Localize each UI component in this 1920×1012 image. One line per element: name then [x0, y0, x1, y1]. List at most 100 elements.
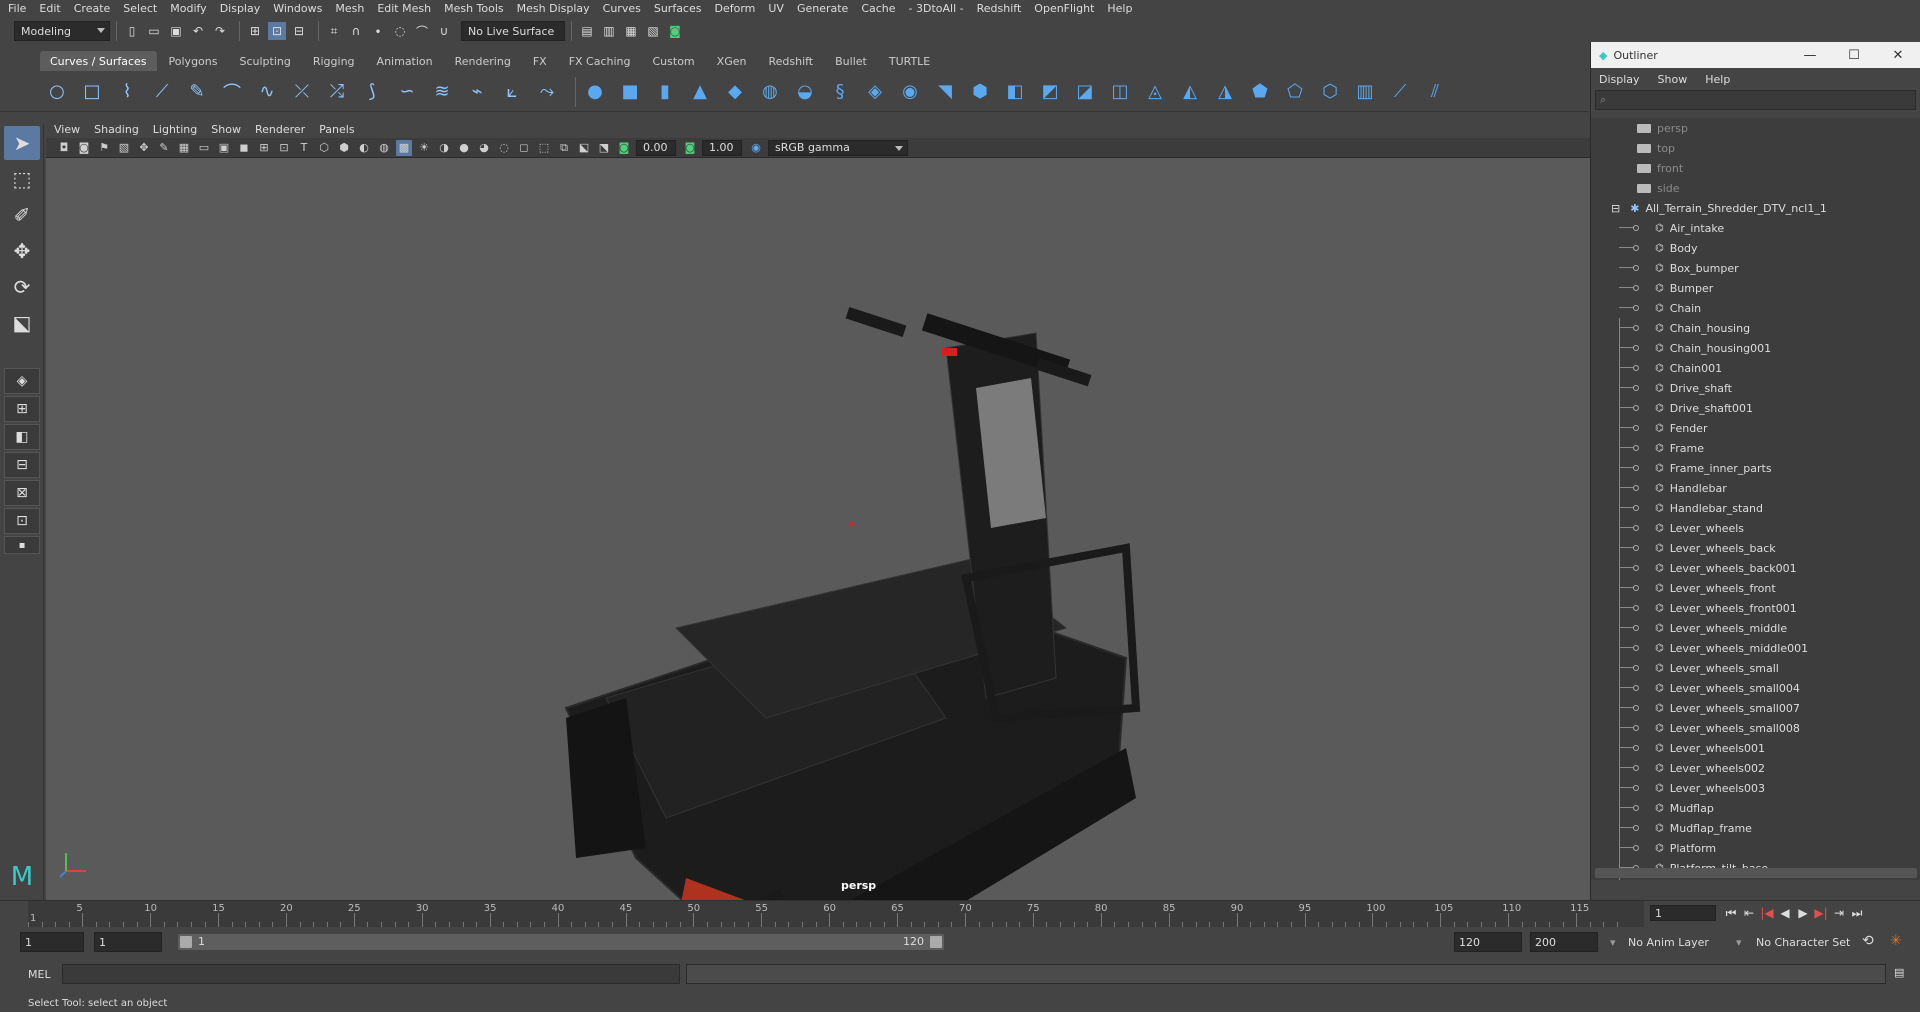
extend-icon[interactable]: ∽: [394, 79, 420, 105]
magnet-icon[interactable]: ∪: [435, 22, 453, 40]
gamma-icon[interactable]: ◙: [682, 140, 698, 156]
shelf-tab-polygons[interactable]: Polygons: [159, 51, 228, 71]
shelf-tab-bullet[interactable]: Bullet: [825, 51, 877, 71]
screen-ao-icon[interactable]: ●: [456, 140, 472, 156]
rotate-tool-icon[interactable]: ⟳: [4, 270, 40, 304]
birail-icon[interactable]: ◥: [932, 79, 958, 105]
select-by-component-icon[interactable]: ⊟: [290, 22, 308, 40]
nurbs-torus-icon[interactable]: ◍: [757, 79, 783, 105]
lasso-tool-icon[interactable]: ⬚: [4, 162, 40, 196]
time-slider[interactable]: 1 5 10 15 20 25 30 35 40 45 50 55 60 65 70 75 80 85 90 95 10…: [0, 900, 1920, 927]
shadows-icon[interactable]: ◑: [436, 140, 452, 156]
sculpt-surface-icon[interactable]: ⟋: [1387, 79, 1413, 105]
persp-graph-layout-icon[interactable]: ⊟: [4, 452, 40, 478]
persp-uv-layout-icon[interactable]: ⊡: [4, 508, 40, 534]
menu-help[interactable]: Help: [1107, 2, 1132, 15]
outliner-camera-row[interactable]: persp: [1591, 118, 1920, 138]
exposure-field[interactable]: 0.00: [636, 139, 676, 156]
outliner-item-row[interactable]: ⌬ Mudflap_frame: [1591, 818, 1920, 838]
outliner-item-row[interactable]: ⌬ Bumper: [1591, 278, 1920, 298]
detach-curves-icon[interactable]: ⤮: [324, 79, 350, 105]
render-settings-icon[interactable]: ▧: [644, 22, 662, 40]
viewport-panel[interactable]: View Shading Lighting Show Renderer Panels ◘ …: [46, 120, 1590, 900]
menu-deform[interactable]: Deform: [714, 2, 755, 15]
outliner-camera-row[interactable]: side: [1591, 178, 1920, 198]
bookmark-icon[interactable]: ⚑: [96, 140, 112, 156]
menu-3dtoall[interactable]: - 3DtoAll -: [909, 2, 964, 15]
image-plane-icon[interactable]: ▧: [116, 140, 132, 156]
mode-dropdown[interactable]: Modeling: [14, 21, 110, 41]
surface-edit-icon[interactable]: ⫽: [1422, 79, 1448, 105]
ep-curve-icon[interactable]: ⟋: [149, 79, 175, 105]
extrude-icon[interactable]: ◉: [897, 79, 923, 105]
boundary-icon[interactable]: ⬢: [967, 79, 993, 105]
safe-title-icon[interactable]: T: [296, 140, 312, 156]
wireframe-icon[interactable]: ⬡: [316, 140, 332, 156]
step-forward-key-icon[interactable]: ⇥: [1830, 906, 1848, 920]
undo-icon[interactable]: ↶: [189, 22, 207, 40]
snap-curve-icon[interactable]: ∩: [347, 22, 365, 40]
menu-mesh[interactable]: Mesh: [335, 2, 364, 15]
gate-mask-icon[interactable]: ◼: [236, 140, 252, 156]
depth-of-field-icon[interactable]: ◻: [516, 140, 532, 156]
time-slider-track[interactable]: 1 5 10 15 20 25 30 35 40 45 50 55 60 65 70 75 80 85 90 95 10…: [28, 901, 1644, 927]
shelf-tab-sculpting[interactable]: Sculpting: [229, 51, 300, 71]
safe-action-icon[interactable]: ⊡: [276, 140, 292, 156]
select-tool-icon[interactable]: ➤: [4, 126, 40, 160]
outliner-item-row[interactable]: ⌬ Lever_wheels_back: [1591, 538, 1920, 558]
minimize-icon[interactable]: —: [1788, 42, 1832, 68]
step-back-key-icon[interactable]: ⇤: [1740, 906, 1758, 920]
paint-select-icon[interactable]: ✐: [4, 198, 40, 232]
collapse-icon[interactable]: ⊟: [1611, 202, 1620, 215]
outliner-item-row[interactable]: ⌬ Frame_inner_parts: [1591, 458, 1920, 478]
current-frame-field[interactable]: 1: [1650, 905, 1716, 921]
resolution-gate-icon[interactable]: ▣: [216, 140, 232, 156]
viewport-menu-view[interactable]: View: [54, 123, 80, 136]
nurbs-circle-icon[interactable]: ○: [44, 79, 70, 105]
anim-layer-dropdown[interactable]: No Anim Layer: [1628, 936, 1709, 949]
exposure-icon[interactable]: ◙: [616, 140, 632, 156]
select-by-hierarchy-icon[interactable]: ⊞: [246, 22, 264, 40]
snap-live-icon[interactable]: ⌒: [413, 22, 431, 40]
nurbs-cone-icon[interactable]: ▲: [687, 79, 713, 105]
outliner-item-row[interactable]: ⌬ Air_intake: [1591, 218, 1920, 238]
character-set-dropdown[interactable]: No Character Set: [1756, 936, 1850, 949]
nurbs-sphere-icon[interactable]: ●: [582, 79, 608, 105]
attach-curves-icon[interactable]: ⤫: [289, 79, 315, 105]
snap-view-plane-icon[interactable]: ◌: [391, 22, 409, 40]
open-close-icon[interactable]: ⬡: [1317, 79, 1343, 105]
outliner-item-row[interactable]: ⌬ Lever_wheels001: [1591, 738, 1920, 758]
outliner-item-row[interactable]: ⌬ Platform: [1591, 838, 1920, 858]
outliner-item-row[interactable]: ⌬ Body: [1591, 238, 1920, 258]
outliner-item-row[interactable]: ⌬ Chain_housing001: [1591, 338, 1920, 358]
outliner-menu-show[interactable]: Show: [1658, 73, 1688, 86]
motion-blur-icon[interactable]: ◕: [476, 140, 492, 156]
outliner-item-row[interactable]: ⌬ Fender: [1591, 418, 1920, 438]
viewport-menu-shading[interactable]: Shading: [94, 123, 139, 136]
four-view-layout-icon[interactable]: ⊞: [4, 396, 40, 422]
shade-wire-icon[interactable]: ◐: [356, 140, 372, 156]
untrim-icon[interactable]: ◮: [1212, 79, 1238, 105]
snap-grid-icon[interactable]: ⌗: [325, 22, 343, 40]
nurbs-plane-icon[interactable]: ◆: [722, 79, 748, 105]
single-perspective-layout-icon[interactable]: ◈: [4, 368, 40, 394]
shelf-tab-animation[interactable]: Animation: [367, 51, 443, 71]
menu-surfaces[interactable]: Surfaces: [654, 2, 702, 15]
insert-knot-icon[interactable]: ⟆: [359, 79, 385, 105]
menu-mesh-tools[interactable]: Mesh Tools: [444, 2, 504, 15]
project-curve-icon[interactable]: ◬: [1142, 79, 1168, 105]
textured-icon[interactable]: ▩: [396, 139, 412, 156]
outliner-menu-display[interactable]: Display: [1599, 73, 1640, 86]
outliner-item-row[interactable]: ⌬ Chain: [1591, 298, 1920, 318]
shelf-tab-fx[interactable]: FX: [523, 51, 557, 71]
move-tool-icon[interactable]: ✥: [4, 234, 40, 268]
shelf-tab-curves-surfaces[interactable]: Curves / Surfaces: [40, 51, 157, 71]
color-management-icon[interactable]: ◉: [748, 140, 764, 156]
xray-components-icon[interactable]: ⬔: [596, 140, 612, 156]
outliner-camera-row[interactable]: front: [1591, 158, 1920, 178]
anim-start-field[interactable]: 1: [20, 932, 84, 952]
ipr-render-icon[interactable]: ▦: [622, 22, 640, 40]
menu-redshift[interactable]: Redshift: [977, 2, 1022, 15]
outliner-horizontal-scrollbar[interactable]: [1595, 868, 1917, 878]
attach-surface-icon[interactable]: ⬟: [1247, 79, 1273, 105]
